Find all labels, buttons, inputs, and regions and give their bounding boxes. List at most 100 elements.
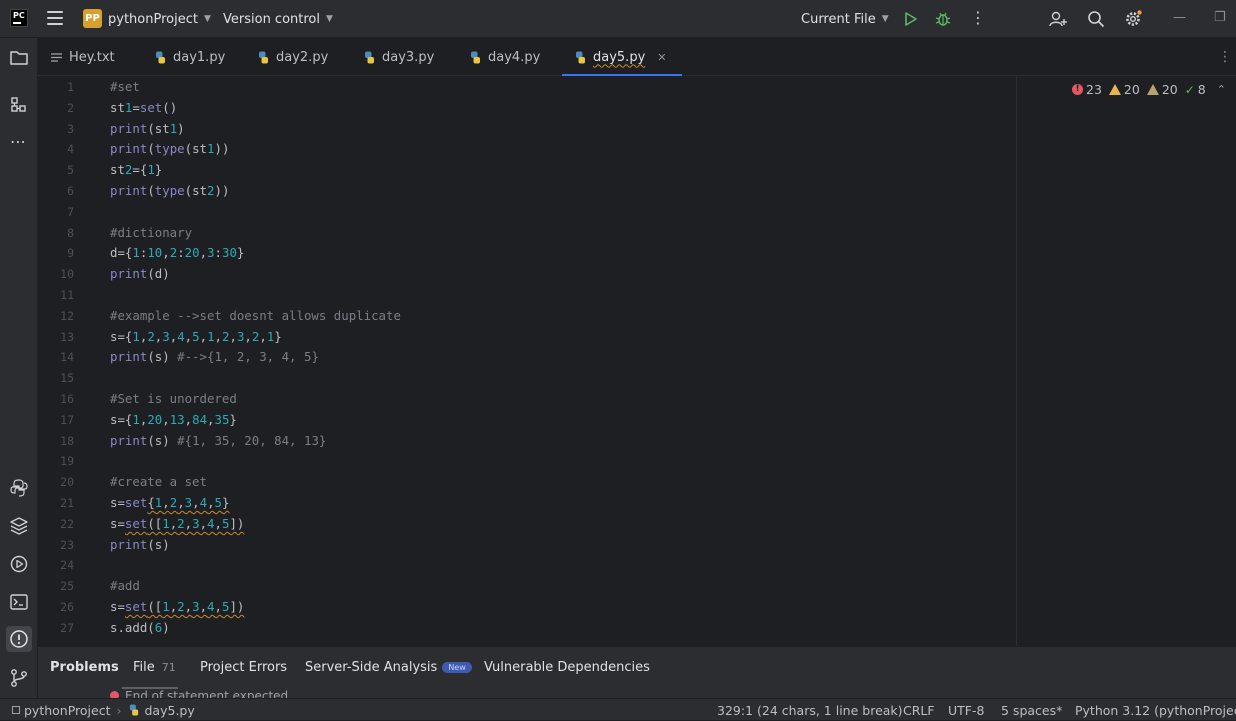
checkmark-icon: ✓ <box>1184 82 1195 97</box>
git-branch-icon[interactable] <box>9 668 29 688</box>
line-number: 6 <box>67 184 74 198</box>
indent-settings[interactable]: 5 spaces* <box>1001 699 1062 721</box>
line-number: 8 <box>67 225 74 240</box>
code-line[interactable]: st1=set() <box>110 98 177 119</box>
code-line[interactable]: #create a set <box>110 472 207 493</box>
tab-day1-py[interactable]: day1.py <box>154 38 225 76</box>
code-line[interactable]: #add <box>110 576 140 597</box>
python-file-icon <box>259 51 268 63</box>
problems-tool-button[interactable] <box>6 626 32 652</box>
chevron-down-icon: ▼ <box>203 14 211 24</box>
line-number: 24 <box>60 558 74 573</box>
line-number: 13 <box>60 329 74 344</box>
python-file-icon <box>576 51 585 63</box>
code-line[interactable]: s={1,2,3,4,5,1,2,3,2,1} <box>110 327 282 348</box>
tab-day2-py[interactable]: day2.py <box>257 38 328 76</box>
debug-icon[interactable] <box>934 10 952 28</box>
tab-project-errors[interactable]: Project Errors <box>200 647 287 687</box>
code-line[interactable]: print(type(st2)) <box>110 181 229 202</box>
tab-problems[interactable]: Problems <box>50 647 119 687</box>
tab-day3-py[interactable]: day3.py <box>363 38 434 76</box>
tab-label: day3.py <box>382 49 435 65</box>
tab-vulnerable-dependencies[interactable]: Vulnerable Dependencies <box>484 647 650 687</box>
run-config-selector[interactable]: Current File ▼ <box>801 0 889 38</box>
warning-count[interactable]: 20 <box>1108 82 1140 97</box>
search-icon[interactable] <box>1087 10 1105 28</box>
line-number: 20 <box>60 475 74 490</box>
code-line[interactable]: s.add(6) <box>110 618 170 639</box>
settings-gear-icon[interactable] <box>1124 10 1142 28</box>
python-packages-icon[interactable] <box>9 516 29 536</box>
minimize-icon[interactable]: — <box>1173 10 1186 25</box>
vcs-menu[interactable]: Version control ▼ <box>223 0 333 38</box>
code-line[interactable]: print(s) #-->{1, 2, 3, 4, 5} <box>110 347 319 368</box>
main-menu-icon[interactable] <box>47 11 63 25</box>
python-file-icon <box>365 51 374 63</box>
pycharm-logo-icon[interactable]: PC <box>10 9 28 27</box>
inspections-widget[interactable]: ! 23 20 20 ✓ 8 ⌃ <box>1072 82 1226 97</box>
add-user-icon[interactable] <box>1049 10 1067 28</box>
code-line[interactable]: print(s) #{1, 35, 20, 84, 13} <box>110 431 326 452</box>
more-tool-windows-icon[interactable]: ⋯ <box>10 132 27 151</box>
services-icon[interactable] <box>9 554 29 574</box>
code-line[interactable]: print(st1) <box>110 119 185 140</box>
project-folder-icon[interactable] <box>9 48 29 68</box>
status-bar: pythonProject › day5.py 329:1 (24 chars,… <box>0 698 1236 720</box>
structure-icon[interactable] <box>9 95 29 115</box>
code-line[interactable]: s=set([1,2,3,4,5]) <box>110 597 244 618</box>
tab-day5-py[interactable]: day5.py ✕ <box>561 38 684 77</box>
project-switcher[interactable]: pythonProject ▼ <box>108 0 211 38</box>
terminal-icon[interactable] <box>9 592 29 612</box>
line-number: 7 <box>67 204 74 219</box>
chevron-up-icon[interactable]: ⌃ <box>1217 83 1226 96</box>
tab-hey-txt[interactable]: Hey.txt <box>50 38 115 76</box>
code-line[interactable]: print(s) <box>110 535 170 556</box>
module-icon <box>12 706 20 714</box>
new-badge: New <box>442 661 472 673</box>
code-line[interactable]: #dictionary <box>110 223 192 244</box>
tab-day4-py[interactable]: day4.py <box>469 38 540 76</box>
code-line[interactable]: d={1:10,2:20,3:30} <box>110 243 244 264</box>
close-tab-icon[interactable]: ✕ <box>657 51 666 64</box>
problem-entry[interactable]: End of statement expected <box>110 689 288 698</box>
tab-label: Problems <box>50 659 119 675</box>
python-interpreter[interactable]: Python 3.12 (pythonProject <box>1075 699 1236 721</box>
breadcrumb-project[interactable]: pythonProject <box>24 703 111 718</box>
title-bar: PC PP pythonProject ▼ Version control ▼ … <box>0 0 1236 38</box>
weak-warning-count[interactable]: 20 <box>1146 82 1178 97</box>
line-number: 14 <box>60 350 74 365</box>
ok-count-value: 8 <box>1197 82 1206 97</box>
ok-count[interactable]: ✓ 8 <box>1185 82 1206 97</box>
code-line[interactable]: s=set{1,2,3,4,5} <box>110 493 229 514</box>
breadcrumb[interactable]: pythonProject › day5.py <box>12 699 195 721</box>
run-icon[interactable] <box>904 11 918 27</box>
code-line[interactable]: s={1,20,13,84,35} <box>110 410 237 431</box>
line-separator[interactable]: CRLF <box>903 699 935 721</box>
line-number: 2 <box>67 100 74 115</box>
error-count[interactable]: ! 23 <box>1072 82 1102 97</box>
line-number: 5 <box>67 163 74 178</box>
project-badge[interactable]: PP <box>83 9 102 28</box>
error-count-value: 23 <box>1086 82 1102 97</box>
code-line[interactable]: s=set([1,2,3,4,5]) <box>110 514 244 535</box>
restore-window-icon[interactable]: ❐ <box>1214 10 1226 25</box>
weak-warning-icon <box>1146 84 1159 95</box>
text-file-icon <box>51 52 62 62</box>
breadcrumb-file[interactable]: day5.py <box>145 703 195 718</box>
code-line[interactable]: print(d) <box>110 264 170 285</box>
line-number: 17 <box>60 412 74 427</box>
line-number: 25 <box>60 579 74 594</box>
more-actions-icon[interactable]: ⋮ <box>970 10 986 26</box>
file-encoding[interactable]: UTF-8 <box>948 699 984 721</box>
code-line[interactable]: print(type(st1)) <box>110 139 229 160</box>
code-line[interactable]: #example -->set doesnt allows duplicate <box>110 306 401 327</box>
code-line[interactable]: #Set is unordered <box>110 389 237 410</box>
code-line[interactable]: st2={1} <box>110 160 162 181</box>
tab-file[interactable]: File 71 <box>133 647 176 687</box>
caret-position[interactable]: 329:1 (24 chars, 1 line break) <box>717 699 903 721</box>
tab-server-side-analysis[interactable]: Server-Side Analysis New <box>305 647 472 687</box>
tab-actions-icon[interactable]: ⋮ <box>1218 49 1232 65</box>
code-line[interactable]: #set <box>110 77 140 98</box>
code-editor[interactable]: 1 2 3 4 5 6 7 8 9 10 11 12 13 14 15 16 17 18 19 20 21 22 23 24 2… <box>38 76 1236 646</box>
python-console-icon[interactable] <box>9 478 29 498</box>
